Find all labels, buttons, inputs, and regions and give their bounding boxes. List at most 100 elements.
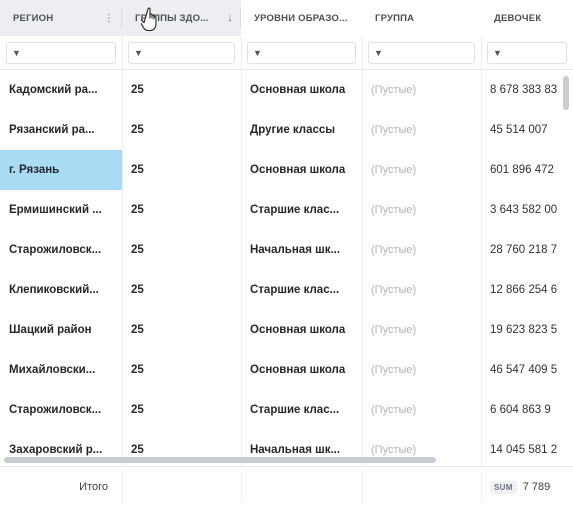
cell-education-level[interactable]: Старшие клас... [241,390,362,430]
cell-health-group[interactable]: 25 [122,350,241,390]
cell-group[interactable]: (Пустые) [362,110,481,150]
cell-education-level-text: Старшие клас... [250,284,340,296]
cell-girls[interactable]: 8 678 383 83 [481,70,565,110]
cell-group[interactable]: (Пустые) [362,310,481,350]
column-header-label: УРОВНИ ОБРАЗО... [254,12,348,24]
cell-region[interactable]: Шацкий район [0,310,122,350]
cell-education-level-text: Начальная шк... [250,244,341,256]
cell-region[interactable]: Клепиковский... [0,270,122,310]
total-label: Итого [79,481,108,493]
cell-education-level-text: Основная школа [250,84,346,96]
cell-health-group-text: 25 [131,404,144,416]
cell-education-level-text: Основная школа [250,324,346,336]
totals-row: Итого SUM 7 789 [0,466,573,506]
cell-region-text: Шацкий район [9,324,92,336]
cell-group[interactable]: (Пустые) [362,430,481,460]
cell-girls-text: 6 604 863 9 [490,404,551,416]
cell-region[interactable]: Ермишинский ... [0,190,122,230]
cell-education-level[interactable]: Основная школа [241,150,362,190]
column-header-group[interactable]: ГРУППА [362,0,481,36]
cell-health-group-text: 25 [131,84,144,96]
cell-health-group[interactable]: 25 [122,430,241,460]
cell-group[interactable]: (Пустые) [362,390,481,430]
cell-health-group[interactable]: 25 [122,390,241,430]
cell-girls[interactable]: 28 760 218 7 [481,230,565,270]
cell-girls-text: 14 045 581 2 [490,444,558,456]
cell-group[interactable]: (Пустые) [362,190,481,230]
filter-icon: ▼ [493,48,502,58]
filter-girls[interactable]: ▼ [487,42,567,64]
column-header-girls[interactable]: ДЕВОЧЕК [481,0,573,36]
cell-girls[interactable]: 6 604 863 9 [481,390,565,430]
cell-region[interactable]: Старожиловск... [0,390,122,430]
filter-health-group[interactable]: ▼ [128,42,235,64]
column-divider [122,36,123,472]
cell-group[interactable]: (Пустые) [362,230,481,270]
horizontal-scrollbar[interactable] [4,457,436,463]
cell-girls[interactable]: 601 896 472 [481,150,565,190]
cell-health-group[interactable]: 25 [122,230,241,270]
column-divider [241,472,242,502]
cell-group[interactable]: (Пустые) [362,70,481,110]
cell-health-group-text: 25 [131,324,144,336]
cell-region[interactable]: Кадомский ра... [0,70,122,110]
cell-health-group[interactable]: 25 [122,70,241,110]
cell-health-group[interactable]: 25 [122,270,241,310]
cell-girls[interactable]: 45 514 007 [481,110,565,150]
cell-region[interactable]: Старожиловск... [0,230,122,270]
sum-badge[interactable]: SUM [490,480,517,494]
column-divider [122,472,123,502]
cell-girls[interactable]: 14 045 581 2 [481,430,565,460]
cell-education-level[interactable]: Старшие клас... [241,190,362,230]
column-header-health-group[interactable]: ГРУППЫ ЗДО... ↓ [122,0,241,36]
filter-group[interactable]: ▼ [368,42,475,64]
filter-education-level[interactable]: ▼ [247,42,356,64]
cell-girls[interactable]: 19 623 823 5 [481,310,565,350]
cell-region[interactable]: Михайловски... [0,350,122,390]
cell-girls-text: 8 678 383 83 [490,84,558,96]
cell-group[interactable]: (Пустые) [362,270,481,310]
sum-value: 7 789 [522,481,551,493]
cell-education-level-text: Старшие клас... [250,404,340,416]
cell-group-text: (Пустые) [371,284,417,296]
cell-girls[interactable]: 46 547 409 5 [481,350,565,390]
cell-region[interactable]: Рязанский ра... [0,110,122,150]
cell-health-group[interactable]: 25 [122,150,241,190]
cell-education-level[interactable]: Основная школа [241,70,362,110]
cell-education-level[interactable]: Основная школа [241,350,362,390]
cell-health-group[interactable]: 25 [122,190,241,230]
cell-education-level[interactable]: Начальная шк... [241,230,362,270]
cell-education-level-text: Старшие клас... [250,204,340,216]
header-row: РЕГИОН ⋮ ГРУППЫ ЗДО... ↓ УРОВНИ ОБРАЗО..… [0,0,573,36]
cell-group[interactable]: (Пустые) [362,150,481,190]
cell-group-text: (Пустые) [371,84,417,96]
column-header-education-level[interactable]: УРОВНИ ОБРАЗО... [241,0,362,36]
cell-education-level[interactable]: Основная школа [241,310,362,350]
column-header-region[interactable]: РЕГИОН ⋮ [0,0,122,36]
cell-group-text: (Пустые) [371,204,417,216]
vertical-scrollbar[interactable] [563,76,569,110]
column-header-label: ДЕВОЧЕК [494,12,542,24]
cell-region-text: Клепиковский... [9,284,99,296]
cell-health-group-text: 25 [131,164,144,176]
cell-education-level[interactable]: Начальная шк... [241,430,362,460]
cell-group[interactable]: (Пустые) [362,350,481,390]
cell-group-text: (Пустые) [371,444,417,456]
sort-down-arrow-icon[interactable]: ↓ [227,12,233,24]
cell-region[interactable]: Захаровский р... [0,430,122,460]
cell-health-group[interactable]: 25 [122,310,241,350]
cell-education-level[interactable]: Старшие клас... [241,270,362,310]
cell-health-group[interactable]: 25 [122,110,241,150]
cell-girls-text: 12 866 254 6 [490,284,558,296]
cell-region-text: Старожиловск... [9,244,102,256]
cell-region[interactable]: г. Рязань [0,150,122,190]
cell-girls[interactable]: 12 866 254 6 [481,270,565,310]
column-header-label: ГРУППА [375,12,415,24]
cell-region-text: Михайловски... [9,364,96,376]
cell-girls[interactable]: 3 643 582 00 [481,190,565,230]
filter-region[interactable]: ▼ [6,42,116,64]
cell-health-group-text: 25 [131,444,144,456]
column-menu-icon[interactable]: ⋮ [104,13,114,24]
cell-education-level[interactable]: Другие классы [241,110,362,150]
data-grid: РЕГИОН ⋮ ГРУППЫ ЗДО... ↓ УРОВНИ ОБРАЗО..… [0,0,573,506]
